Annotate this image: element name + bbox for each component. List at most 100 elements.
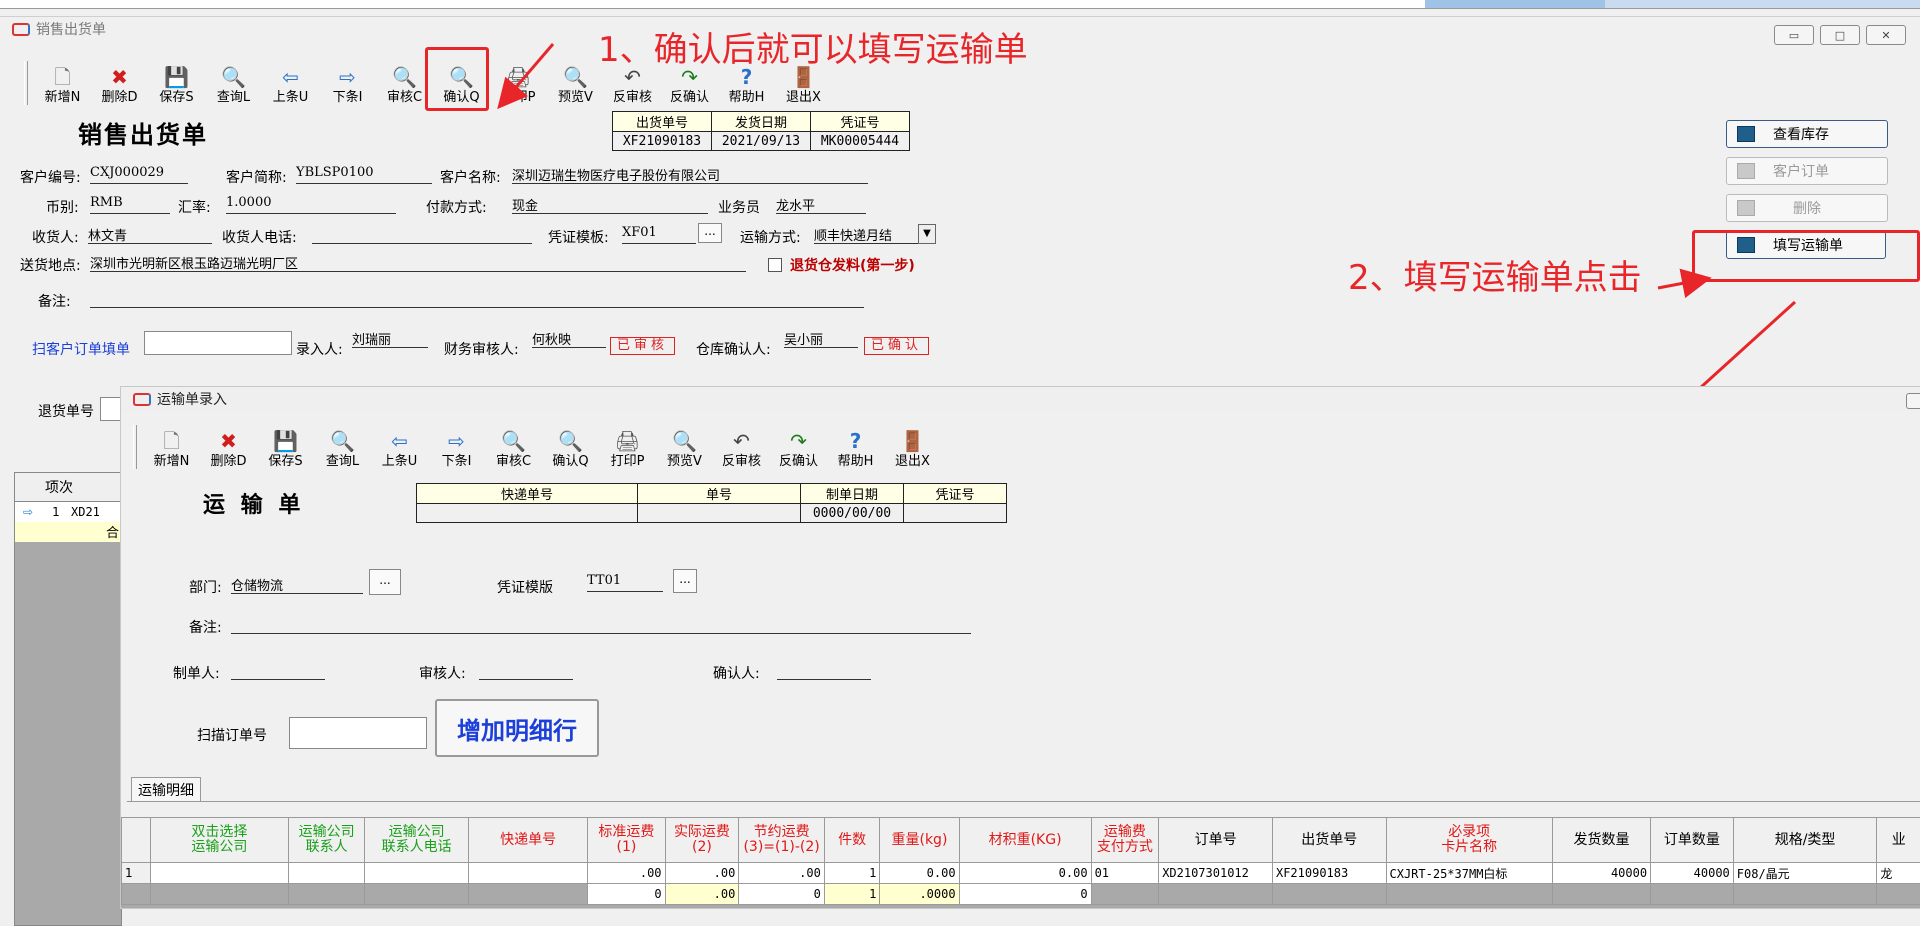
grid-header-cell[interactable]: 实际运费(2) bbox=[665, 818, 739, 863]
grid-total-cell: 0 bbox=[588, 884, 665, 905]
toolbar-button-4[interactable]: ⇦上条U bbox=[371, 430, 428, 469]
grid-total-cell bbox=[468, 884, 587, 905]
grid-header-cell[interactable]: 出货单号 bbox=[1272, 818, 1386, 863]
toolbar-button-label: 审核C bbox=[496, 454, 531, 469]
grid-cell[interactable]: 龙 bbox=[1877, 863, 1920, 884]
grid-header-cell[interactable]: 双击选择运输公司 bbox=[150, 818, 288, 863]
grid-cell[interactable]: XF21090183 bbox=[1272, 863, 1386, 884]
grid-total-cell bbox=[150, 884, 288, 905]
grid-cell[interactable] bbox=[289, 863, 365, 884]
arrow-right-icon: ⇨ bbox=[428, 430, 485, 452]
grid-header-cell[interactable]: 件数 bbox=[824, 818, 879, 863]
grid-cell[interactable]: .00 bbox=[665, 863, 739, 884]
grid-header-line1: 运输公司 bbox=[292, 825, 361, 840]
toolbar-button-11[interactable]: ↷反确认 bbox=[770, 430, 827, 469]
toolbar-button-8[interactable]: 🖨打印P bbox=[599, 430, 656, 469]
grid-cell[interactable]: 40000 bbox=[1651, 863, 1734, 884]
header-order-no: 单号 bbox=[638, 484, 801, 504]
grid-total-cell bbox=[1733, 884, 1877, 905]
dialog-minimize-icon[interactable] bbox=[1906, 393, 1920, 409]
grid-header-cell[interactable]: 快递单号 bbox=[468, 818, 587, 863]
toolbar-button-2[interactable]: 💾保存S bbox=[257, 430, 314, 469]
grid-header-cell[interactable]: 运输公司联系人 bbox=[289, 818, 365, 863]
grid-cell[interactable]: F08/晶元 bbox=[1733, 863, 1877, 884]
grid-cell[interactable]: 40000 bbox=[1552, 863, 1650, 884]
toolbar-button-label: 确认Q bbox=[552, 454, 588, 469]
grid-header-cell[interactable]: 业 bbox=[1877, 818, 1920, 863]
grid-header-line2: 卡片名称 bbox=[1390, 840, 1549, 855]
value-express-no[interactable] bbox=[417, 504, 638, 523]
grid-total-cell bbox=[1159, 884, 1273, 905]
remarks-field[interactable] bbox=[231, 615, 971, 634]
grid-cell[interactable]: 01 bbox=[1091, 863, 1159, 884]
header-express-no: 快递单号 bbox=[417, 484, 638, 504]
toolbar-button-1[interactable]: ✖删除D bbox=[200, 430, 257, 469]
dialog-title-bar: 运输单录入 bbox=[121, 387, 1920, 411]
grid-header-cell[interactable]: 必录项卡片名称 bbox=[1386, 818, 1552, 863]
toolbar-button-6[interactable]: 🔍审核C bbox=[485, 430, 542, 469]
toolbar-button-12[interactable]: ? 帮助H bbox=[827, 430, 884, 469]
grid-header-line1: 重量(kg) bbox=[883, 833, 955, 848]
grid-cell[interactable]: XD2107301012 bbox=[1159, 863, 1273, 884]
voucher-template-browse-button[interactable]: ... bbox=[673, 569, 697, 593]
grid-total-cell: .0000 bbox=[880, 884, 959, 905]
remarks-label: 备注: bbox=[189, 617, 222, 637]
grid-header-row: 双击选择运输公司运输公司联系人运输公司联系人电话快递单号标准运费(1)实际运费(… bbox=[122, 818, 1920, 863]
grid-header-cell[interactable]: 材积重(KG) bbox=[959, 818, 1091, 863]
grid-total-cell bbox=[1272, 884, 1386, 905]
voucher-template-label: 凭证模版 bbox=[497, 577, 553, 597]
toolbar-button-0[interactable]: 🗋新增N bbox=[143, 430, 200, 469]
grid-cell[interactable]: CXJRT-25*37MM白标 bbox=[1386, 863, 1552, 884]
grid-header-cell[interactable]: 运输公司联系人电话 bbox=[365, 818, 469, 863]
maker-field[interactable] bbox=[231, 661, 325, 680]
department-field[interactable]: 仓储物流 bbox=[231, 575, 363, 594]
auditor-field[interactable] bbox=[479, 661, 573, 680]
toolbar-button-3[interactable]: 🔍查询L bbox=[314, 430, 371, 469]
grid-total-cell bbox=[1877, 884, 1920, 905]
grid-cell[interactable]: 0.00 bbox=[959, 863, 1091, 884]
table-row[interactable]: 1.00.00.0010.000.0001XD2107301012XF21090… bbox=[122, 863, 1920, 884]
grid-header-line1: 材积重(KG) bbox=[963, 833, 1088, 848]
grid-header-line1: 运输费 bbox=[1095, 825, 1156, 840]
grid-corner bbox=[122, 818, 151, 863]
grid-cell[interactable] bbox=[150, 863, 288, 884]
toolbar-button-label: 帮助H bbox=[838, 454, 874, 469]
header-create-date: 制单日期 bbox=[801, 484, 904, 504]
tab-shipping-details[interactable]: 运输明细 bbox=[131, 777, 201, 802]
toolbar-button-10[interactable]: ↶反审核 bbox=[713, 430, 770, 469]
add-detail-row-button[interactable]: 增加明细行 bbox=[435, 699, 599, 757]
toolbar-button-7[interactable]: 🔍确认Q bbox=[542, 430, 599, 469]
grid-cell[interactable] bbox=[365, 863, 469, 884]
toolbar-button-9[interactable]: 🔍预览V bbox=[656, 430, 713, 469]
toolbar-button-label: 下条I bbox=[442, 454, 472, 469]
grid-header-cell[interactable]: 规格/类型 bbox=[1733, 818, 1877, 863]
grid-header-cell[interactable]: 发货数量 bbox=[1552, 818, 1650, 863]
printer-icon: 🖨 bbox=[599, 430, 656, 452]
scan-order-input[interactable] bbox=[289, 717, 427, 749]
shipping-detail-grid: 双击选择运输公司运输公司联系人运输公司联系人电话快递单号标准运费(1)实际运费(… bbox=[121, 817, 1920, 908]
grid-cell[interactable]: 0.00 bbox=[880, 863, 959, 884]
grid-header-cell[interactable]: 重量(kg) bbox=[880, 818, 959, 863]
toolbar-button-13[interactable]: 🚪退出X bbox=[884, 430, 941, 469]
toolbar-button-label: 反确认 bbox=[779, 454, 818, 469]
grid-row-number bbox=[122, 884, 151, 905]
grid-header-cell[interactable]: 订单数量 bbox=[1651, 818, 1734, 863]
shipping-order-dialog: 运输单录入 🗋新增N✖删除D💾保存S🔍查询L⇦上条U⇨ 下条I 🔍审核C🔍确认Q🖨打… bbox=[120, 386, 1920, 909]
grid-header-line2: 联系人电话 bbox=[368, 840, 465, 855]
grid-cell[interactable]: .00 bbox=[739, 863, 825, 884]
grid-header-cell[interactable]: 运输费支付方式 bbox=[1091, 818, 1159, 863]
grid-header-cell[interactable]: 订单号 bbox=[1159, 818, 1273, 863]
grid-header-cell[interactable]: 标准运费(1) bbox=[588, 818, 665, 863]
grid-cell[interactable] bbox=[468, 863, 587, 884]
grid-cell[interactable]: .00 bbox=[588, 863, 665, 884]
department-browse-button[interactable]: ... bbox=[369, 569, 401, 595]
help-icon: ? bbox=[827, 430, 884, 452]
confirmer-field[interactable] bbox=[777, 661, 871, 680]
value-order-no[interactable] bbox=[638, 504, 801, 523]
toolbar-button-5[interactable]: ⇨ 下条I bbox=[428, 430, 485, 469]
grid-header-cell[interactable]: 节约运费(3)=(1)-(2) bbox=[739, 818, 825, 863]
grid-cell[interactable]: 1 bbox=[824, 863, 879, 884]
value-voucher-no[interactable] bbox=[904, 504, 1007, 523]
voucher-template-field[interactable]: TT01 bbox=[587, 573, 663, 592]
value-create-date[interactable]: 0000/00/00 bbox=[801, 504, 904, 523]
